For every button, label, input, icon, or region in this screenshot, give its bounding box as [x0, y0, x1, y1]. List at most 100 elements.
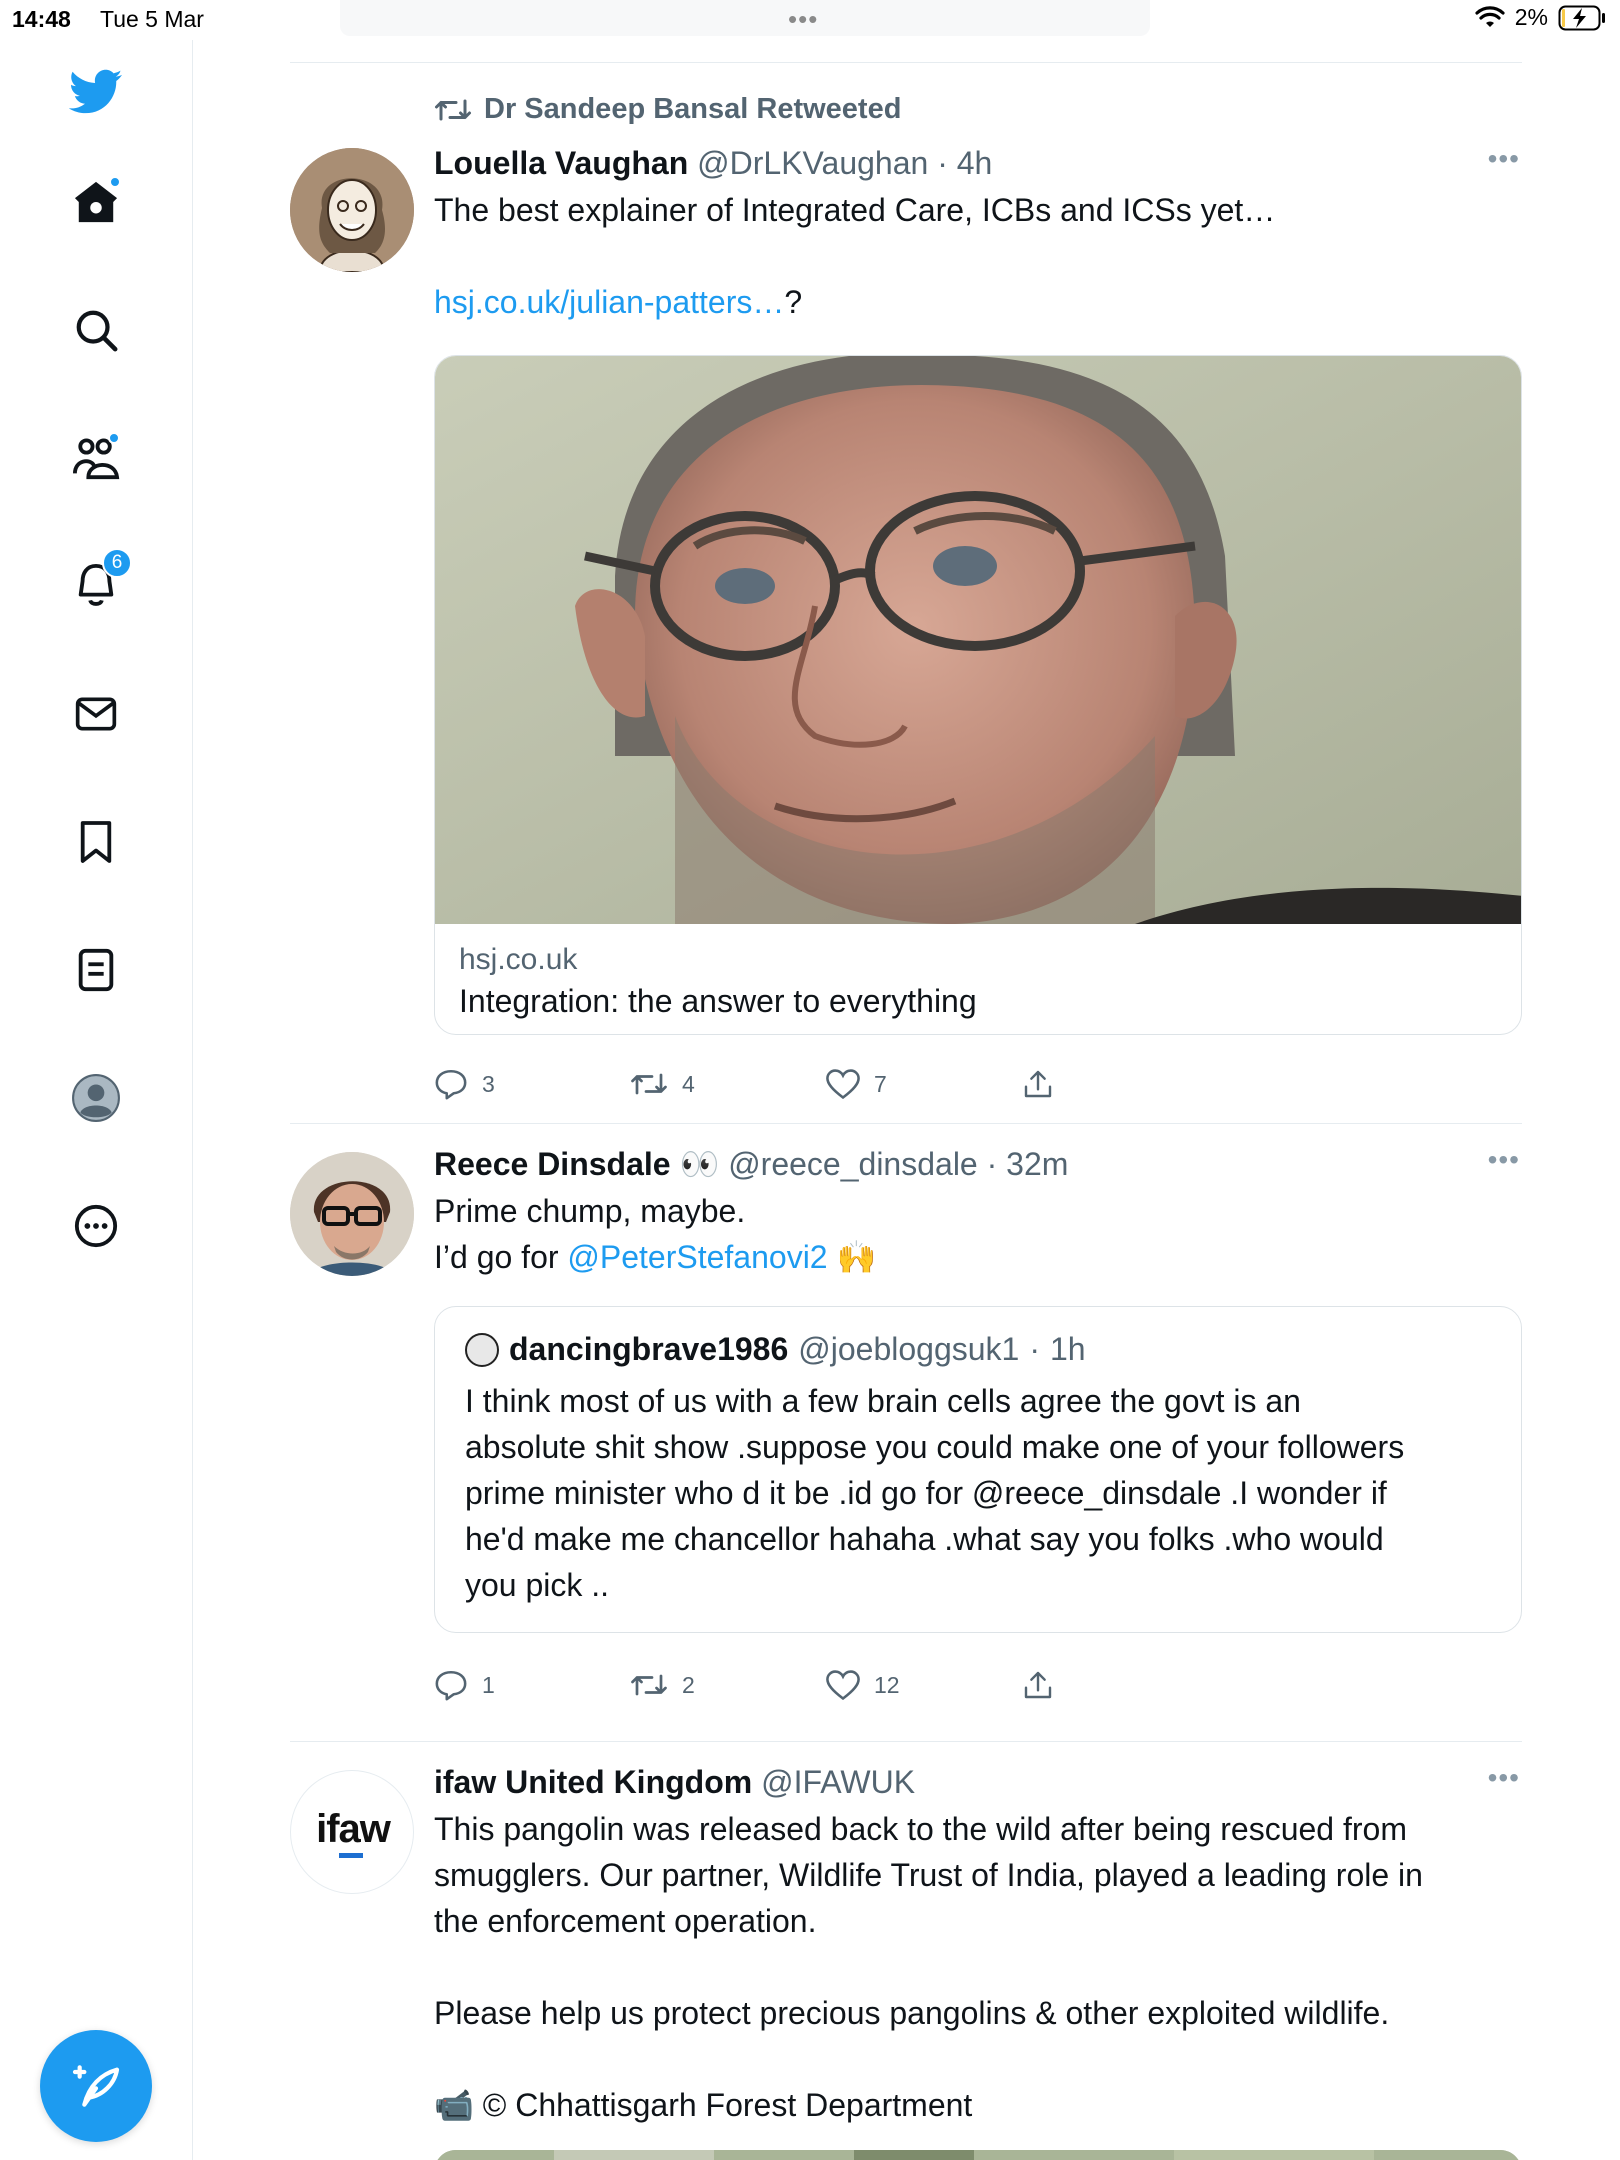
- multitasking-dots-icon[interactable]: •••: [788, 4, 818, 35]
- compose-tweet-button[interactable]: [40, 2030, 152, 2142]
- tweet-credit: 📹 © Chhattisgarh Forest Department: [434, 2082, 1522, 2128]
- quote-header: dancingbrave1986 @joebloggsuk1 · 1h: [465, 1331, 1491, 1368]
- video-camera-emoji: 📹: [434, 2087, 474, 2123]
- share-icon: [1024, 1671, 1052, 1699]
- author-name[interactable]: Louella Vaughan: [434, 145, 688, 181]
- tweet-text-line: Prime chump, maybe.: [434, 1193, 746, 1229]
- tweet-text-line: the enforcement operation.: [434, 1903, 817, 1939]
- sidebar-nav: 6: [0, 40, 193, 2160]
- compose-tweet-icon: [72, 2065, 120, 2107]
- more-options-icon[interactable]: •••: [1488, 1762, 1520, 1794]
- retweet-count: 4: [682, 1070, 695, 1097]
- reply-icon: [435, 1069, 467, 1100]
- tweet[interactable]: ifaw ifaw United Kingdom @IFAWUK ••• Thi…: [290, 1742, 1522, 2160]
- status-date: Tue 5 Mar: [100, 6, 204, 32]
- author-name[interactable]: ifaw United Kingdom: [434, 1764, 752, 1800]
- quote-line: you pick ..: [465, 1567, 610, 1603]
- ifaw-logo: ifaw: [316, 1807, 391, 1851]
- search-icon[interactable]: [64, 298, 128, 362]
- author-handle[interactable]: @DrLKVaughan: [697, 145, 928, 181]
- notifications-icon[interactable]: 6: [64, 548, 132, 618]
- separator-dot: ·: [928, 145, 957, 181]
- man-with-glasses-photo: [435, 356, 1521, 924]
- notifications-badge: 6: [102, 548, 132, 578]
- lists-icon[interactable]: [64, 938, 128, 1002]
- battery-percent: 2%: [1514, 4, 1548, 30]
- quote-author-name: dancingbrave1986: [509, 1331, 789, 1367]
- twitter-logo-icon[interactable]: [64, 60, 128, 124]
- avatar[interactable]: ifaw: [290, 1770, 414, 1894]
- quote-author-handle: @joebloggsuk1: [798, 1331, 1020, 1367]
- tweet-link-line: hsj.co.uk/julian-patters…?: [434, 279, 1522, 325]
- man-avatar-icon: [290, 1152, 414, 1276]
- media-preview[interactable]: [434, 2150, 1522, 2160]
- social-context-text[interactable]: Dr Sandeep Bansal Retweeted: [484, 93, 901, 126]
- retweet-icon: [631, 1073, 667, 1095]
- link-card[interactable]: hsj.co.uk Integration: the answer to eve…: [434, 355, 1522, 1035]
- tweet-text: This pangolin was released back to the w…: [434, 1806, 1522, 1944]
- more-options-icon[interactable]: •••: [1488, 143, 1520, 175]
- avatar[interactable]: [290, 148, 414, 272]
- share-icon: [1024, 1070, 1052, 1098]
- home-unread-dot: [109, 176, 121, 188]
- home-icon[interactable]: [64, 170, 128, 234]
- status-indicators: 2%: [1475, 4, 1606, 31]
- share-button[interactable]: [1022, 1068, 1218, 1100]
- messages-icon[interactable]: [64, 682, 128, 746]
- reply-button[interactable]: 3: [434, 1068, 630, 1100]
- reply-button[interactable]: 1: [434, 1669, 630, 1701]
- wifi-icon: [1475, 5, 1505, 27]
- separator-dot: ·: [977, 1146, 1007, 1182]
- heart-icon: [826, 1069, 860, 1099]
- quote-tweet[interactable]: dancingbrave1986 @joebloggsuk1 · 1h I thin…: [434, 1306, 1522, 1633]
- communities-icon[interactable]: [64, 426, 128, 490]
- author-name[interactable]: Reece Dinsdale: [434, 1146, 671, 1182]
- tweet-time[interactable]: 32m: [1006, 1146, 1068, 1182]
- pangolin-photo: [434, 2150, 1522, 2160]
- tweet-link-suffix: ?: [784, 284, 803, 320]
- tweet-text: The best explainer of Integrated Care, I…: [434, 192, 1276, 228]
- tweet-header: Louella Vaughan @DrLKVaughan · 4h: [434, 143, 1522, 183]
- retweet-icon: [435, 99, 471, 120]
- profile-icon[interactable]: [64, 1066, 128, 1130]
- author-handle[interactable]: @reece_dinsdale: [728, 1146, 978, 1182]
- quote-time: 1h: [1049, 1331, 1086, 1367]
- social-context: Dr Sandeep Bansal Retweeted: [434, 93, 1522, 126]
- tweet-header: Reece Dinsdale 👀 @reece_dinsdale · 32m: [434, 1144, 1522, 1184]
- retweet-icon: [631, 1674, 667, 1696]
- tweet-actions: 1 2 12: [434, 1669, 1218, 1701]
- bookmarks-icon[interactable]: [64, 810, 128, 874]
- mention-link[interactable]: @PeterStefanovi2: [567, 1239, 827, 1275]
- retweet-button[interactable]: 4: [630, 1069, 826, 1099]
- tweet[interactable]: Reece Dinsdale 👀 @reece_dinsdale · 32m •…: [290, 1124, 1522, 1741]
- like-button[interactable]: 7: [826, 1069, 1022, 1099]
- author-handle[interactable]: @IFAWUK: [761, 1764, 915, 1800]
- status-time: 14:48: [12, 6, 71, 32]
- quote-avatar: [465, 1332, 499, 1367]
- tweet-link[interactable]: hsj.co.uk/julian-patters…: [434, 284, 784, 320]
- avatar[interactable]: [290, 1152, 414, 1276]
- share-button[interactable]: [1022, 1669, 1218, 1701]
- retweet-button[interactable]: 2: [630, 1670, 826, 1700]
- more-options-icon[interactable]: •••: [1488, 1144, 1520, 1176]
- tweet-text-prefix: I’d go for: [434, 1239, 568, 1275]
- quote-text: I think most of us with a few brain cell…: [465, 1378, 1491, 1608]
- card-meta: hsj.co.uk Integration: the answer to eve…: [435, 924, 1521, 1034]
- more-icon[interactable]: [64, 1194, 128, 1258]
- tweet-text-line: This pangolin was released back to the w…: [434, 1811, 1407, 1847]
- name-emoji: 👀: [679, 1146, 720, 1182]
- separator-dot: ·: [1029, 1331, 1040, 1367]
- ifaw-logo-underline: [339, 1853, 363, 1858]
- tweet-text-help: Please help us protect precious pangolin…: [434, 1995, 1390, 2031]
- quote-line: prime minister who d it be .id go for @r…: [465, 1475, 1387, 1511]
- heart-icon: [826, 1670, 860, 1700]
- like-button[interactable]: 12: [826, 1670, 1022, 1700]
- reply-count: 1: [482, 1671, 495, 1698]
- tweet-time[interactable]: 4h: [957, 145, 993, 181]
- card-title: Integration: the answer to everything: [459, 983, 977, 1019]
- reply-count: 3: [482, 1070, 495, 1097]
- credit-text: © Chhattisgarh Forest Department: [482, 2087, 973, 2123]
- tweet[interactable]: Dr Sandeep Bansal Retweeted Louella Vaug…: [290, 63, 1522, 1123]
- quote-line: he'd make me chancellor hahaha .what say…: [465, 1521, 1384, 1557]
- communities-unread-dot: [108, 432, 120, 444]
